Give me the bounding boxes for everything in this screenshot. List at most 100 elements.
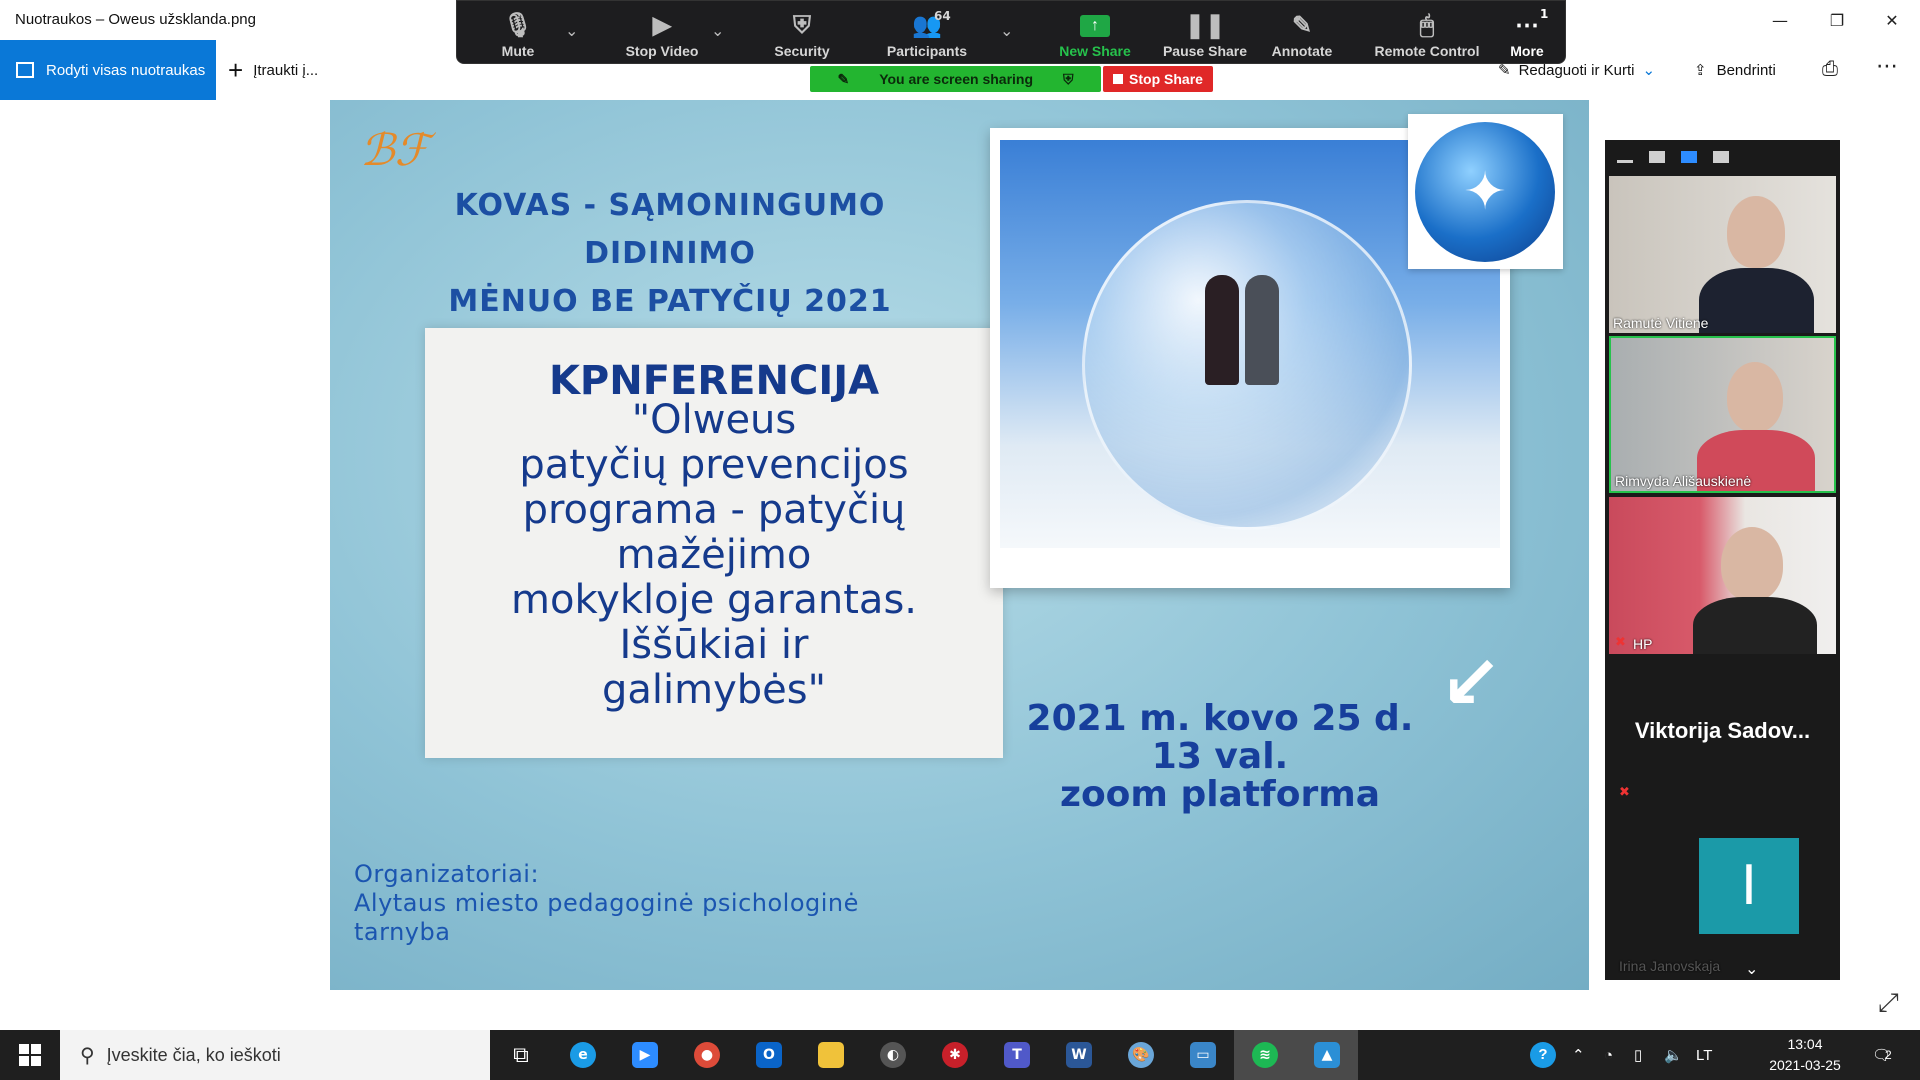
show-all-photos-button[interactable]: Rodyti visas nuotraukas <box>0 40 216 100</box>
grid-view-icon[interactable] <box>1713 151 1729 163</box>
battery-icon[interactable]: ▯ <box>1634 1030 1642 1080</box>
minimize-button[interactable]: — <box>1750 0 1810 40</box>
task-view-icon[interactable]: ⧉ <box>490 1030 552 1080</box>
annotate-label: Annotate <box>1271 43 1333 59</box>
participant-video-tile-speaking[interactable]: Rimvyda Ališauskienė <box>1609 336 1836 493</box>
remote-control-button[interactable]: 🖱 Remote Control <box>1357 1 1497 65</box>
zoom-video-gallery: Ramutė Vitiene Rimvyda Ališauskienė ✖ HP… <box>1605 140 1840 980</box>
game-app-icon[interactable]: ✱ <box>924 1030 986 1080</box>
taskbar-search[interactable]: ⚲ Įveskite čia, ko ieškoti <box>60 1030 490 1080</box>
participant-video-tile[interactable]: Ramutė Vitiene <box>1609 176 1836 333</box>
chevron-down-icon[interactable]: ⌄ <box>711 21 724 40</box>
participant-name: HP <box>1633 636 1653 652</box>
laptop-app-icon[interactable]: ▭ <box>1172 1030 1234 1080</box>
stop-video-button[interactable]: ▶ Stop Video <box>607 1 717 65</box>
chevron-down-icon[interactable]: ⌄ <box>1745 959 1758 978</box>
photos-app-icon[interactable]: ▲ <box>1296 1030 1358 1080</box>
edge-browser-icon[interactable]: e <box>552 1030 614 1080</box>
date-line-2: 13 val. <box>1151 736 1289 777</box>
minimize-view-icon[interactable] <box>1617 160 1633 163</box>
add-to-button[interactable]: + Įtraukti į... <box>228 40 318 100</box>
paint-icon[interactable]: 🎨 <box>1110 1030 1172 1080</box>
security-label: Security <box>774 43 830 59</box>
add-to-label: Įtraukti į... <box>253 61 319 79</box>
participant-avatar-tile[interactable]: I Irina Janovskaja ⌄ <box>1609 810 1836 980</box>
language-indicator[interactable]: LT <box>1696 1030 1712 1080</box>
clock-date: 2021-03-25 <box>1769 1057 1841 1073</box>
participant-display-name: Viktorija Sadov... <box>1634 718 1811 743</box>
participant-name: Rimvyda Ališauskienė <box>1615 473 1752 489</box>
mute-button[interactable]: 🎙 Mute <box>483 1 553 65</box>
microphone-icon: 🎙 <box>502 12 534 39</box>
participant-face <box>1721 527 1783 601</box>
stop-icon <box>1113 74 1124 84</box>
spotify-icon[interactable]: ≋ <box>1234 1030 1296 1080</box>
chrome-icon[interactable]: ● <box>676 1030 738 1080</box>
chevron-down-icon[interactable]: ⌄ <box>565 21 578 40</box>
remote-control-label: Remote Control <box>1374 43 1480 59</box>
photo-icon <box>16 62 34 78</box>
pencil-icon: ✎ <box>1291 12 1313 39</box>
maximize-button[interactable]: ❐ <box>1807 0 1867 40</box>
expand-icon[interactable]: ⤢ <box>1878 988 1899 1019</box>
more-options-icon[interactable]: ⋯ <box>1872 54 1902 84</box>
chevron-down-icon[interactable]: ⌄ <box>1000 21 1013 40</box>
chevron-up-icon[interactable]: ⌃ <box>1572 1030 1585 1080</box>
teams-icon[interactable]: T <box>986 1030 1048 1080</box>
share-button[interactable]: ⇪ Bendrinti <box>1694 40 1776 100</box>
pause-share-button[interactable]: ❚❚ Pause Share <box>1145 1 1265 65</box>
close-button[interactable]: ✕ <box>1862 0 1920 40</box>
conference-card: KPNFERENCIJA "Olweus patyčių prevencijos… <box>425 328 1003 758</box>
new-share-button[interactable]: ↑ New Share <box>1035 1 1155 65</box>
system-clock[interactable]: 13:04 2021-03-25 <box>1760 1034 1850 1076</box>
participant-face <box>1727 362 1783 432</box>
search-icon: ⚲ <box>80 1044 95 1067</box>
conference-line: programa - patyčių <box>522 487 906 533</box>
participant-name-tile[interactable]: Viktorija Sadov... ✖ <box>1609 658 1836 808</box>
participant-body <box>1693 597 1817 654</box>
conference-line: galimybės" <box>601 667 826 713</box>
volume-icon[interactable]: 🔈 <box>1664 1030 1683 1080</box>
share-icon: ⇪ <box>1694 62 1707 79</box>
event-date: 2021 m. kovo 25 d. 13 val. zoom platform… <box>1010 700 1430 814</box>
security-button[interactable]: ⛨ Security <box>747 1 857 65</box>
stop-share-button[interactable]: Stop Share <box>1103 66 1213 92</box>
stop-video-label: Stop Video <box>625 43 699 59</box>
plus-icon: + <box>228 54 244 85</box>
strip-view-icon[interactable] <box>1681 151 1697 163</box>
network-icon[interactable]: ◔ <box>1604 1030 1613 1080</box>
photo-editor-icon[interactable]: ◐ <box>862 1030 924 1080</box>
brand-logo-mark: ℬℱ <box>360 125 430 176</box>
conference-line: Iššūkiai ir <box>619 622 809 668</box>
shield-icon: ⛨ <box>793 12 811 39</box>
start-button[interactable] <box>0 1030 60 1080</box>
help-icon[interactable]: ? <box>1530 1030 1556 1080</box>
show-all-label: Rodyti visas nuotraukas <box>46 61 206 79</box>
stop-share-label: Stop Share <box>1129 71 1203 87</box>
participant-avatar: I <box>1699 838 1799 934</box>
participant-name: Ramutė Vitiene <box>1613 315 1709 331</box>
muted-mic-icon: ✖ <box>1619 785 1630 800</box>
gallery-view-controls <box>1605 140 1840 174</box>
annotate-button[interactable]: ✎ Annotate <box>1257 1 1347 65</box>
org-line-1: Organizatoriai: <box>354 860 540 888</box>
organizers: Organizatoriai: Alytaus miesto pedagogin… <box>354 860 859 947</box>
organization-emblem: ✦ <box>1408 114 1563 269</box>
pin-icon: ✎ <box>837 70 850 87</box>
zoom-meeting-toolbar: 🎙 Mute ⌄ ▶ Stop Video ⌄ ⛨ Security 👥 Par… <box>456 0 1566 64</box>
zoom-app-icon[interactable]: ▶ <box>614 1030 676 1080</box>
notifications-icon[interactable]: 🗨 2 <box>1872 1030 1892 1080</box>
chevron-down-icon: ⌄ <box>1642 62 1656 79</box>
print-icon[interactable]: ⎙ <box>1818 56 1842 80</box>
participant-video-tile[interactable]: ✖ HP <box>1609 497 1836 654</box>
more-label: More <box>1510 43 1544 59</box>
single-view-icon[interactable] <box>1649 151 1665 163</box>
outlook-icon[interactable]: O <box>738 1030 800 1080</box>
file-explorer-icon[interactable] <box>800 1030 862 1080</box>
conference-line: "Olweus <box>631 397 797 443</box>
mouse-icon: 🖱 <box>1419 12 1435 39</box>
sharing-status-label: You are screen sharing <box>879 71 1034 87</box>
participants-label: Participants <box>886 43 968 59</box>
participants-button[interactable]: 👥 Participants <box>862 1 992 65</box>
word-icon[interactable]: W <box>1048 1030 1110 1080</box>
